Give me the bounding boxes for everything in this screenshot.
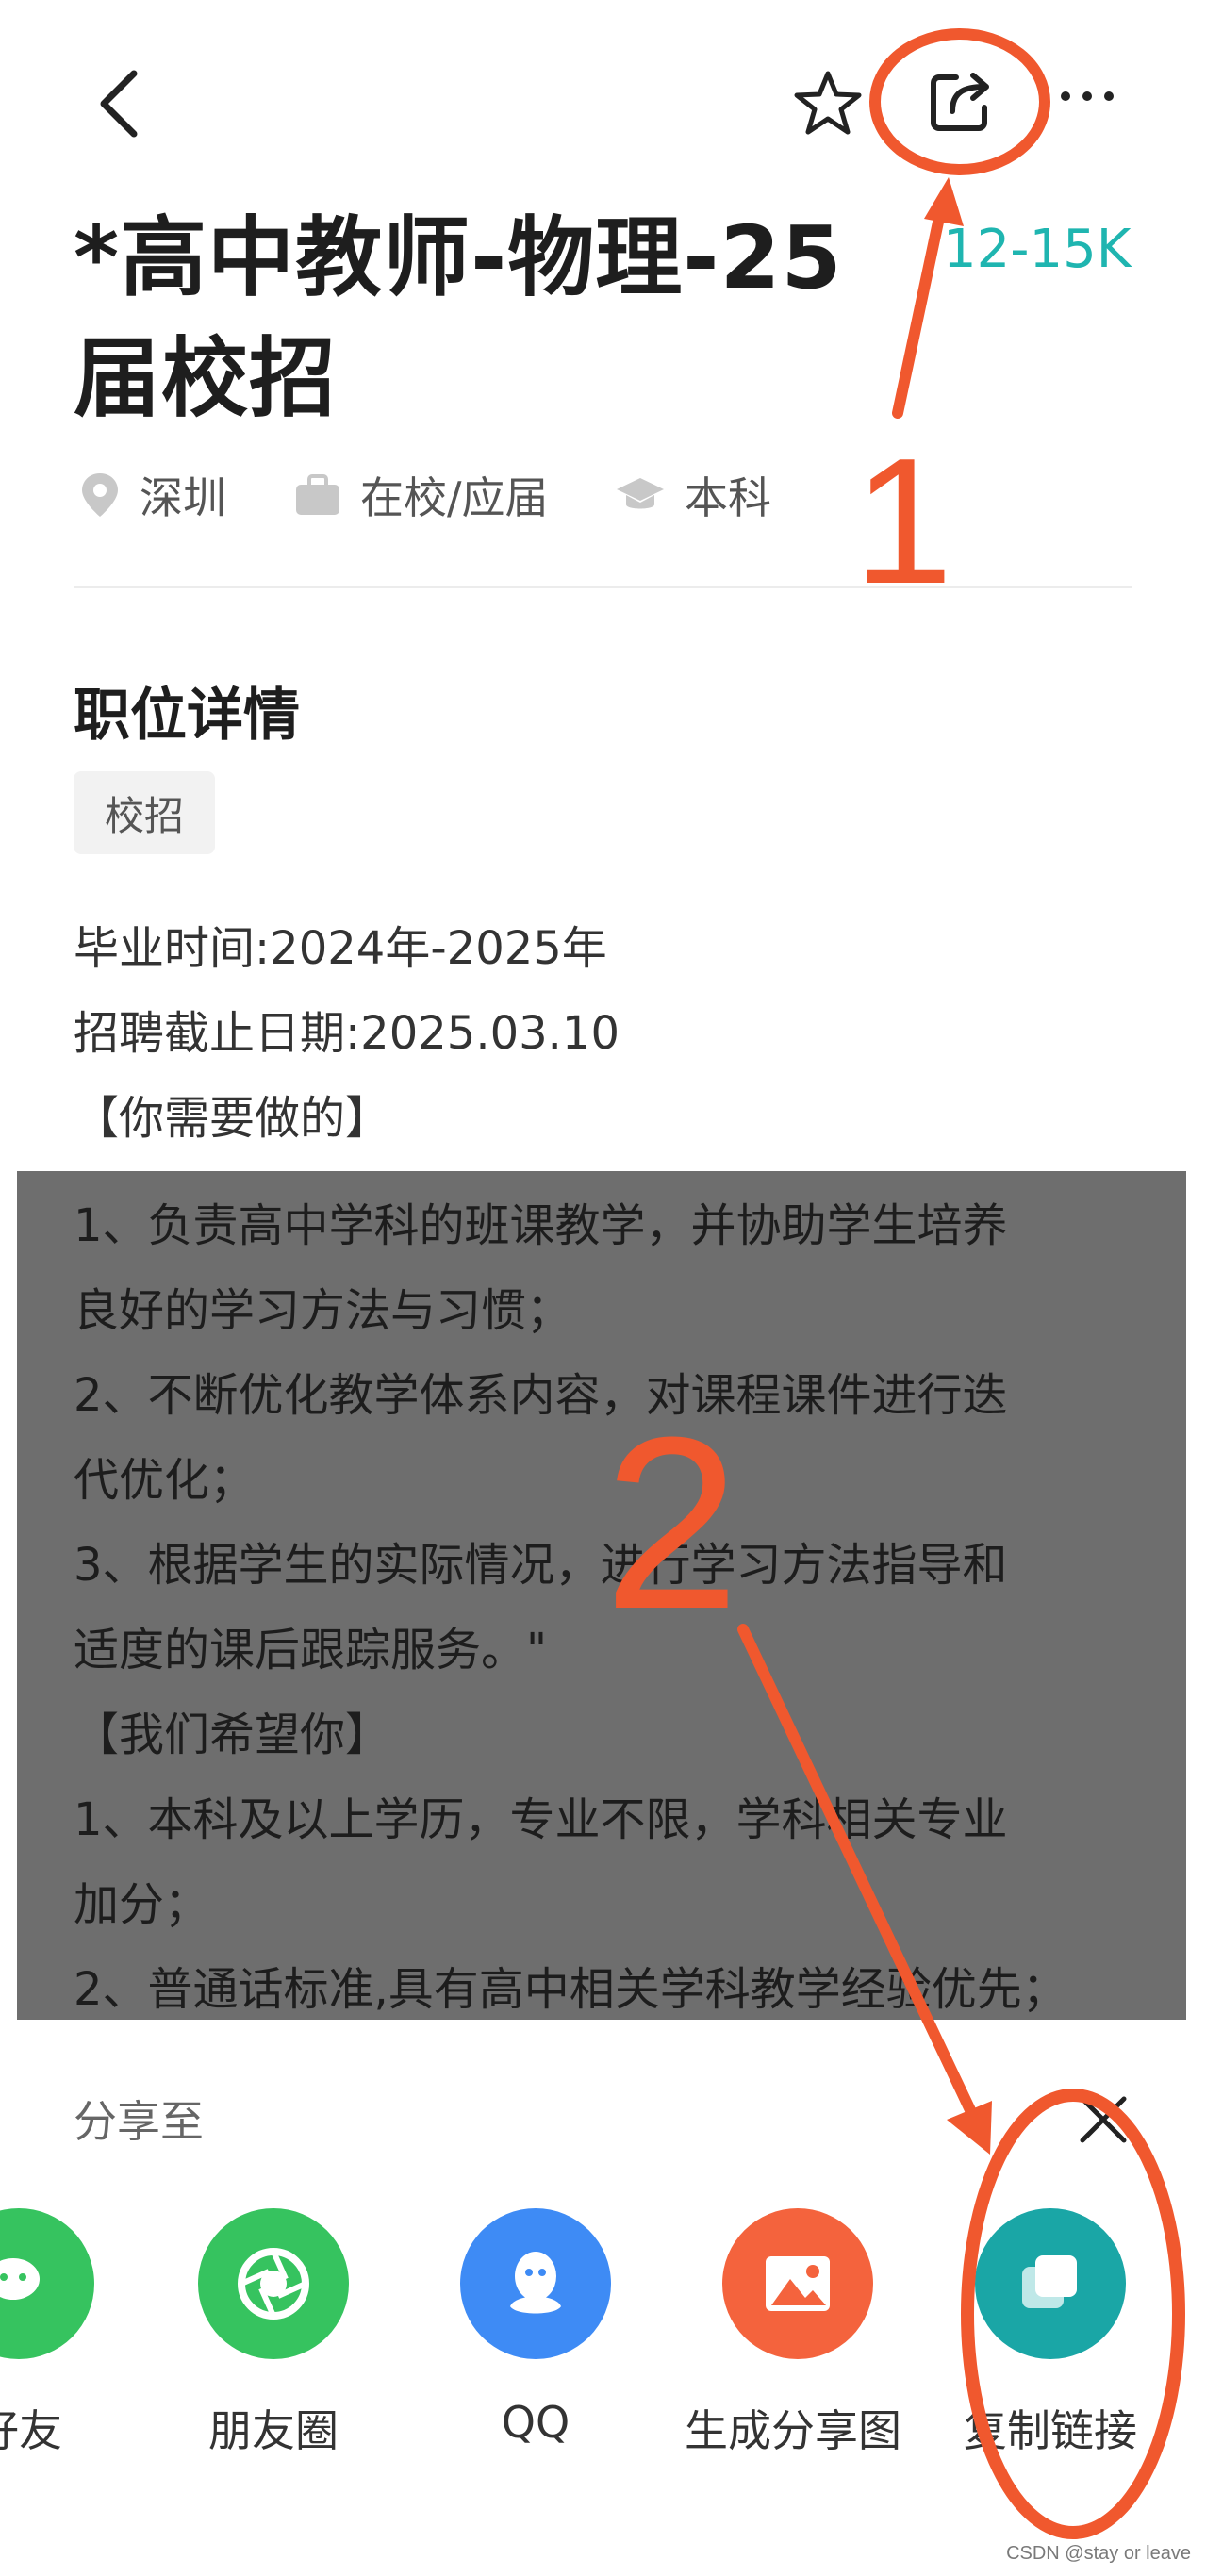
annotation-circle-copy-link xyxy=(961,2089,1185,2539)
annotation-arrow-1-head xyxy=(924,177,964,226)
annotation-arrow-2-shaft xyxy=(737,1624,977,2118)
annotation-arrow-1-shaft xyxy=(892,194,949,419)
annotation-step-2: 2 xyxy=(603,1387,740,1660)
annotation-circle-share xyxy=(869,28,1050,175)
annotation-layer: 1 2 xyxy=(603,28,1185,2539)
watermark: CSDN @stay or leave xyxy=(1006,2543,1191,2564)
annotation-step-1: 1 xyxy=(853,421,953,621)
